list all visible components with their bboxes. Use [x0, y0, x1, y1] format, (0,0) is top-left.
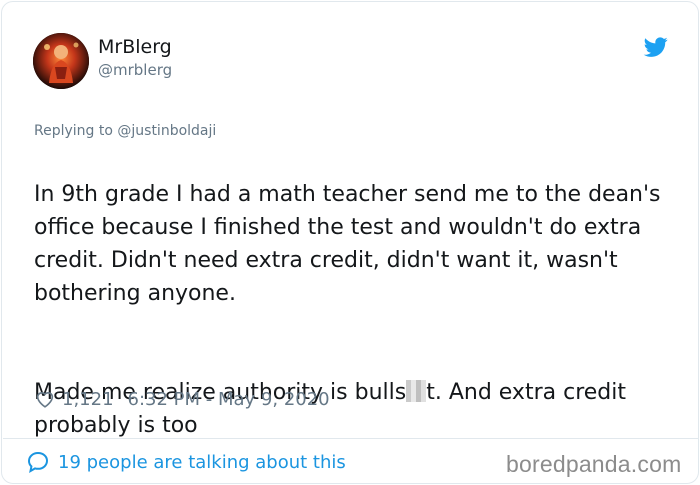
tweet-text: In 9th grade I had a math teacher send m…: [34, 145, 684, 475]
tweet-meta: 1,121 6:32 PM - May 9, 2020: [34, 386, 330, 412]
tweet-card: MrBlerg @mrblerg Replying to @justinbold…: [1, 1, 699, 484]
reply-prefix: Replying to: [34, 123, 113, 139]
heart-icon[interactable]: [34, 388, 56, 410]
avatar[interactable]: [33, 33, 89, 89]
replying-to: Replying to @justinboldaji: [34, 121, 216, 141]
reply-mention-link[interactable]: @justinboldaji: [117, 123, 216, 139]
divider: [3, 438, 699, 439]
display-name[interactable]: MrBlerg: [98, 35, 172, 59]
censor-blur: [406, 380, 427, 402]
user-handle[interactable]: @mrblerg: [98, 60, 172, 80]
like-count[interactable]: 1,121: [62, 389, 114, 410]
tweet-paragraph-1: In 9th grade I had a math teacher send m…: [34, 182, 661, 306]
speech-bubble-icon: [27, 451, 49, 473]
watermark: boredpanda.com: [506, 451, 682, 477]
conversation-link[interactable]: 19 people are talking about this: [26, 449, 346, 475]
avatar-image: [33, 33, 89, 89]
twitter-bird-icon[interactable]: [643, 35, 669, 59]
timestamp[interactable]: 6:32 PM - May 9, 2020: [128, 389, 330, 410]
conversation-label: 19 people are talking about this: [58, 451, 346, 473]
